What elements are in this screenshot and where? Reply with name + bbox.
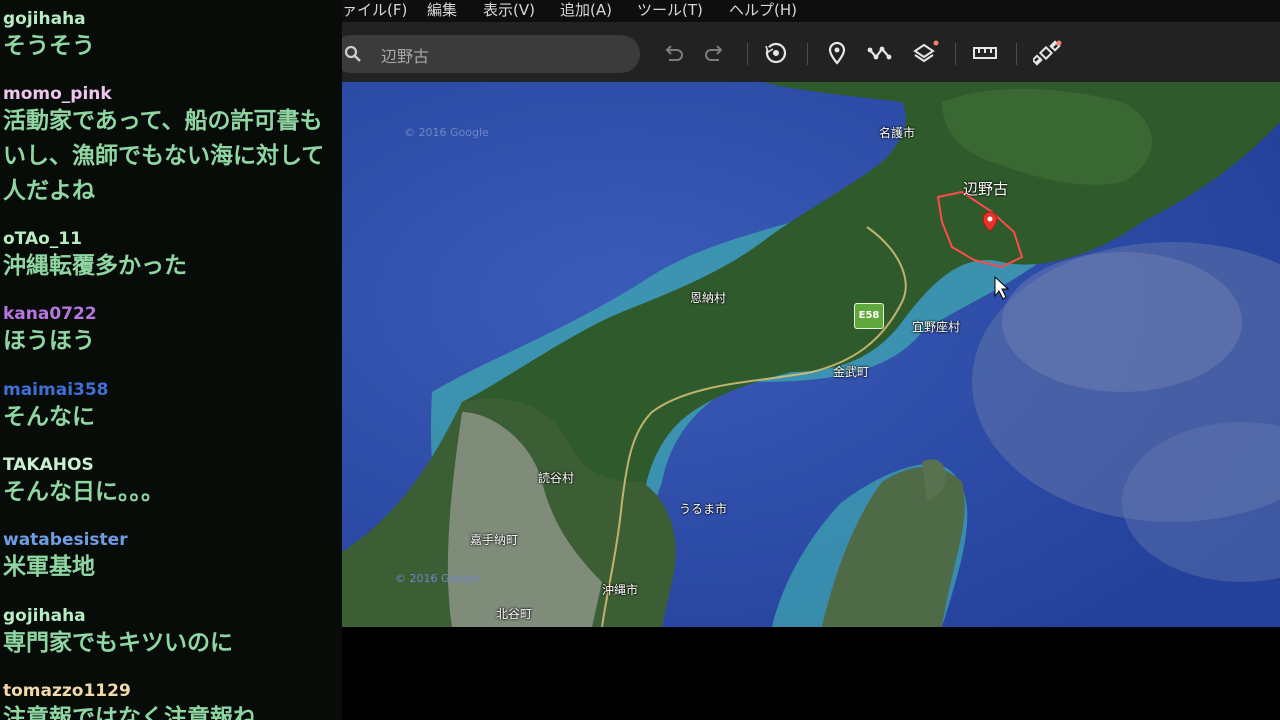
place-label: うるま市	[679, 502, 728, 516]
chat-username: gojihaha	[3, 9, 86, 29]
place-label: 恩納村	[690, 291, 727, 305]
chat-text: そんな日に。。。	[3, 479, 164, 505]
chat-username: watabesister	[3, 530, 128, 550]
menu-file[interactable]: ァイル(F)	[342, 0, 407, 20]
path-icon[interactable]	[867, 40, 893, 66]
place-label: 宜野座村	[912, 320, 961, 334]
toolbar-divider	[807, 43, 808, 65]
search-input[interactable]: 辺野古	[381, 43, 429, 67]
chat-text: 沖縄転覆多かった	[3, 253, 187, 279]
placemark-icon[interactable]	[824, 40, 850, 66]
chat-username: kana0722	[3, 304, 97, 324]
chat-message: watabesister 米軍基地	[3, 530, 128, 585]
place-label: 読谷村	[538, 471, 575, 485]
chat-text: そうそう	[3, 33, 95, 59]
place-label: 北谷町	[496, 607, 533, 621]
chat-username: TAKAHOS	[3, 455, 94, 475]
layers-icon[interactable]	[911, 40, 939, 66]
chat-text: いし、漁師でもない海に対して	[3, 143, 325, 169]
chat-username: gojihaha	[3, 606, 86, 626]
search-icon	[344, 45, 362, 67]
chat-message: gojihaha 専門家でもキツいのに	[3, 606, 233, 661]
menu-tools[interactable]: ツール(T)	[637, 0, 703, 20]
menu-help[interactable]: ヘルプ(H)	[729, 0, 797, 20]
chat-message: oTAo_11 沖縄転覆多かった	[3, 229, 187, 284]
chat-text: 注意報ではなく注意報ね	[3, 705, 256, 720]
satellite-icon[interactable]	[1033, 40, 1062, 66]
chat-message: TAKAHOS そんな日に。。。	[3, 455, 164, 510]
chat-message: maimai358 そんなに	[3, 380, 109, 435]
menu-edit[interactable]: 編集	[427, 0, 457, 20]
menu-bar: ァイル(F) 編集 表示(V) 追加(A) ツール(T) ヘルプ(H)	[342, 0, 1280, 22]
google-earth-window: ァイル(F) 編集 表示(V) 追加(A) ツール(T) ヘルプ(H) 辺野古	[342, 0, 1280, 627]
chat-text: 専門家でもキツいのに	[3, 630, 233, 656]
chat-text: 活動家であって、船の許可書も	[3, 108, 323, 134]
redo-icon[interactable]	[702, 40, 728, 66]
chat-message: kana0722 ほうほう	[3, 304, 97, 359]
chat-message: tomazzo1129 注意報ではなく注意報ね	[3, 681, 256, 720]
search-box[interactable]: 辺野古	[342, 35, 640, 73]
place-label: 嘉手納町	[470, 533, 519, 547]
toolbar-divider	[955, 43, 956, 65]
chat-panel: gojihaha そうそう momo_pink 活動家であって、船の許可書も い…	[0, 0, 342, 720]
toolbar-divider	[747, 43, 748, 65]
history-icon[interactable]	[763, 40, 789, 66]
place-label: 金武町	[833, 365, 870, 379]
chat-text: 米軍基地	[3, 554, 95, 580]
toolbar: 辺野古	[342, 22, 1280, 82]
place-label: 沖縄市	[602, 583, 639, 597]
chat-text: そんなに	[3, 404, 95, 430]
copyright-watermark: © 2016 Google	[395, 572, 480, 585]
copyright-watermark: © 2016 Google	[404, 126, 489, 139]
toolbar-divider	[1016, 43, 1017, 65]
menu-view[interactable]: 表示(V)	[483, 0, 535, 20]
place-label: 辺野古	[963, 180, 1009, 198]
place-label: 名護市	[879, 126, 916, 140]
chat-text: 人だよね	[3, 178, 95, 204]
highway-shield: E58	[854, 303, 884, 329]
undo-icon[interactable]	[660, 40, 686, 66]
ruler-icon[interactable]	[972, 40, 998, 66]
chat-username: momo_pink	[3, 84, 112, 104]
chat-username: maimai358	[3, 380, 109, 400]
menu-add[interactable]: 追加(A)	[560, 0, 612, 20]
chat-text: ほうほう	[3, 328, 95, 354]
chat-message: momo_pink 活動家であって、船の許可書も いし、漁師でもない海に対して …	[3, 84, 324, 209]
chat-message: gojihaha そうそう	[3, 9, 95, 64]
map-view[interactable]: 名護市 辺野古 恩納村 宜野座村 金武町 読谷村 うるま市 嘉手納町 沖縄市 北…	[342, 82, 1280, 627]
chat-username: tomazzo1129	[3, 681, 131, 701]
chat-username: oTAo_11	[3, 229, 82, 249]
